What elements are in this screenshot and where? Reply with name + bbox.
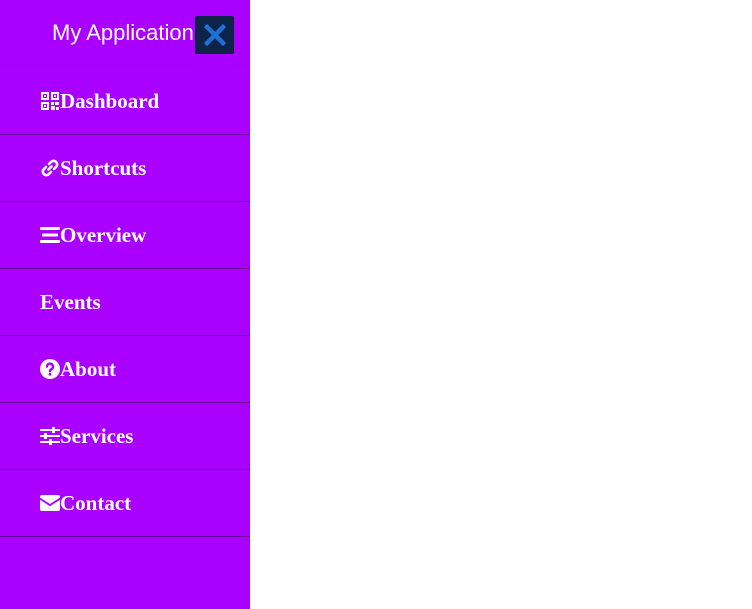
sidebar-item-label: Contact [60, 491, 132, 515]
app-title: My Application [52, 20, 194, 45]
close-button[interactable] [195, 16, 234, 54]
sidebar-item-services[interactable]: Services [0, 403, 250, 470]
sidebar-item-contact[interactable]: Contact [0, 470, 250, 537]
sidebar-header: My Application [0, 0, 250, 68]
sidebar-item-label: Shortcuts [60, 156, 147, 180]
link-icon [40, 158, 60, 178]
sidebar-item-dashboard[interactable]: Dashboard [0, 68, 250, 135]
main-content [250, 0, 752, 609]
sidebar-item-label: About [60, 357, 117, 381]
sidebar-nav: Dashboard Shortcuts Overview Events Abou… [0, 68, 250, 537]
sidebar-item-label: Services [60, 424, 134, 448]
sidebar-item-about[interactable]: About [0, 336, 250, 403]
sidebar: My Application Dashboard Shortcuts Overv… [0, 0, 250, 609]
sidebar-item-label: Overview [60, 223, 147, 247]
close-icon [203, 24, 226, 46]
question-circle-icon [40, 359, 60, 379]
qrcode-icon [40, 91, 60, 111]
sidebar-item-shortcuts[interactable]: Shortcuts [0, 135, 250, 202]
menu-icon [40, 225, 60, 245]
sidebar-item-overview[interactable]: Overview [0, 202, 250, 269]
sliders-icon [40, 426, 60, 446]
sidebar-item-label: Dashboard [60, 89, 160, 113]
sidebar-item-events[interactable]: Events [0, 269, 250, 336]
envelope-icon [40, 493, 60, 513]
sidebar-item-label: Events [40, 290, 101, 314]
